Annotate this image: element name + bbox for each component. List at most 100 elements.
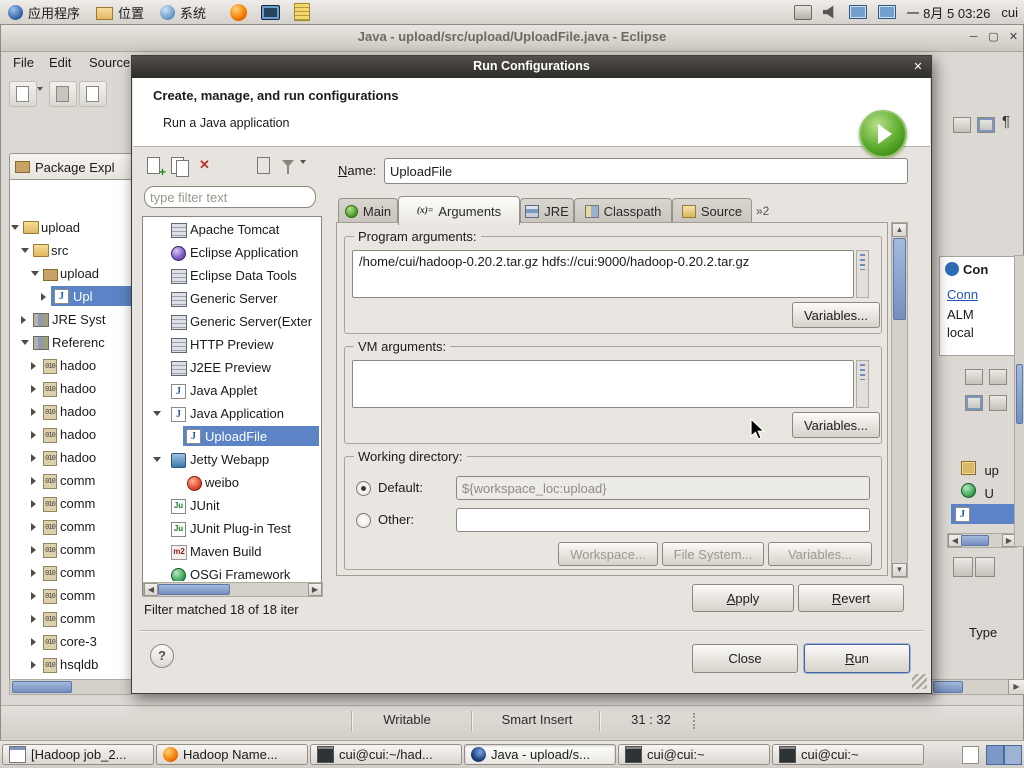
config-type-maven-build[interactable]: Maven Build (143, 541, 321, 564)
vm-variables-button[interactable]: Variables... (792, 412, 880, 438)
new-wizard-icon[interactable] (9, 81, 37, 107)
config-uploadfile[interactable]: UploadFile (143, 426, 321, 449)
config-type-http-preview[interactable]: HTTP Preview (143, 334, 321, 357)
connect-link[interactable]: Conn (947, 287, 978, 302)
textarea-scroll-marker[interactable] (856, 250, 869, 298)
tab-source[interactable]: Source (672, 198, 752, 224)
show-whitespace-icon[interactable]: ¶ (1002, 113, 1010, 130)
outline-toolbar-icon-3[interactable] (965, 395, 983, 411)
scrollbar-thumb[interactable] (961, 535, 989, 546)
other-radio[interactable] (356, 513, 371, 528)
tree-item-uploadfile-java[interactable]: Upl (9, 286, 131, 309)
menu-source[interactable]: Source (89, 55, 130, 70)
outline-item-up[interactable]: up (961, 461, 999, 480)
new-wizard-dropdown-icon[interactable] (37, 87, 43, 109)
package-explorer-tab[interactable]: Package Expl (9, 153, 141, 180)
default-radio[interactable] (356, 481, 371, 496)
print-icon[interactable] (79, 81, 107, 107)
taskbar-item-terminal-3[interactable]: cui@cui:~ (772, 744, 924, 765)
tree-item-jar[interactable]: hadoo (9, 378, 131, 401)
tree-item-jar[interactable]: core-3 (9, 631, 131, 654)
config-type-jetty-webapp[interactable]: Jetty Webapp (143, 449, 321, 472)
config-type-java-applet[interactable]: Java Applet (143, 380, 321, 403)
panel-button-2[interactable] (975, 557, 995, 577)
twisty-closed-icon[interactable] (31, 477, 36, 485)
display-status-icon-2[interactable] (877, 5, 896, 19)
bottom-right-hscrollbar[interactable] (931, 679, 1009, 695)
twisty-closed-icon[interactable] (31, 385, 36, 393)
tab-arguments[interactable]: (x)= Arguments (398, 196, 520, 225)
save-icon[interactable] (49, 81, 77, 107)
taskbar-item-hadoop-name[interactable]: Hadoop Name... (156, 744, 308, 765)
scroll-right-icon[interactable]: ▶ (1008, 679, 1024, 695)
scrollbar-thumb[interactable] (893, 238, 906, 320)
twisty-closed-icon[interactable] (31, 615, 36, 623)
right-panel-vscrollbar[interactable] (1014, 255, 1024, 547)
tree-item-jar[interactable]: comm (9, 470, 131, 493)
menu-file[interactable]: File (13, 55, 34, 70)
scroll-up-icon[interactable]: ▲ (892, 223, 907, 237)
config-type-j2ee-preview[interactable]: J2EE Preview (143, 357, 321, 380)
twisty-closed-icon[interactable] (31, 661, 36, 669)
revert-button[interactable]: Revert (798, 584, 904, 612)
tree-item-jar[interactable]: hadoo (9, 424, 131, 447)
workspace-button[interactable]: Workspace... (558, 542, 658, 566)
program-variables-button[interactable]: Variables... (792, 302, 880, 328)
tree-item-jar[interactable]: comm (9, 585, 131, 608)
workdir-variables-button[interactable]: Variables... (768, 542, 872, 566)
twisty-open-icon[interactable] (21, 340, 29, 345)
tree-item-upload-project[interactable]: upload (9, 217, 131, 240)
scroll-left-icon[interactable]: ◀ (948, 534, 962, 547)
outline-hscrollbar[interactable]: ◀ ▶ (947, 533, 1017, 548)
name-input[interactable] (384, 158, 908, 184)
run-button[interactable]: Run (804, 644, 910, 673)
notes-launcher-icon[interactable] (294, 3, 311, 21)
tree-item-jar[interactable]: hadoo (9, 355, 131, 378)
tree-item-jar[interactable]: comm (9, 562, 131, 585)
resize-grip[interactable] (912, 674, 927, 689)
config-type-eclipse-data-tools[interactable]: Eclipse Data Tools (143, 265, 321, 288)
volume-icon[interactable] (822, 5, 834, 19)
close-dialog-button[interactable]: Close (692, 644, 798, 673)
panel-button-1[interactable] (953, 557, 973, 577)
twisty-closed-icon[interactable] (31, 592, 36, 600)
close-button[interactable]: ✕ (1005, 29, 1022, 46)
eclipse-titlebar[interactable]: Java - upload/src/upload/UploadFile.java… (1, 25, 1023, 52)
scrollbar-thumb[interactable] (1016, 364, 1023, 424)
tab-content-vscrollbar[interactable]: ▲ ▼ (891, 222, 908, 578)
twisty-closed-icon[interactable] (31, 362, 36, 370)
maximize-button[interactable]: ▢ (985, 29, 1002, 46)
twisty-closed-icon[interactable] (31, 546, 36, 554)
config-type-generic-server-external[interactable]: Generic Server(Exter (143, 311, 321, 334)
workspace-2[interactable] (1004, 745, 1022, 765)
collapse-all-icon[interactable] (254, 156, 274, 176)
tree-item-jar[interactable]: comm (9, 493, 131, 516)
scrollbar-thumb[interactable] (12, 681, 72, 693)
user-menu[interactable]: cui (1001, 5, 1018, 20)
minimize-button[interactable]: ─ (965, 29, 982, 46)
scrollbar-thumb[interactable] (933, 681, 963, 693)
config-type-junit-plugin-test[interactable]: JUnit Plug-in Test (143, 518, 321, 541)
filter-input[interactable] (144, 186, 316, 208)
tree-item-jar[interactable]: hadoo (9, 447, 131, 470)
config-type-generic-server[interactable]: Generic Server (143, 288, 321, 311)
twisty-closed-icon[interactable] (31, 638, 36, 646)
config-type-junit[interactable]: JUnit (143, 495, 321, 518)
dialog-close-icon[interactable]: ✕ (910, 59, 926, 75)
twisty-closed-icon[interactable] (31, 500, 36, 508)
twisty-closed-icon[interactable] (31, 569, 36, 577)
tree-item-jar[interactable]: comm (9, 539, 131, 562)
duplicate-configuration-icon[interactable] (170, 156, 190, 177)
configurations-hscrollbar[interactable]: ◀ ▶ (143, 582, 323, 597)
textarea-scroll-marker[interactable] (856, 360, 869, 408)
menu-applications[interactable]: 应用程序 (0, 0, 88, 24)
twisty-open-icon[interactable] (153, 457, 161, 462)
twisty-closed-icon[interactable] (31, 523, 36, 531)
toolbar-right-icon-2[interactable] (977, 117, 995, 133)
twisty-open-icon[interactable] (31, 271, 39, 276)
tab-classpath[interactable]: Classpath (574, 198, 672, 224)
tree-item-jar[interactable]: comm (9, 516, 131, 539)
show-desktop-button[interactable] (962, 746, 979, 764)
display-status-icon[interactable] (848, 5, 867, 19)
other-directory-field[interactable] (456, 508, 870, 532)
